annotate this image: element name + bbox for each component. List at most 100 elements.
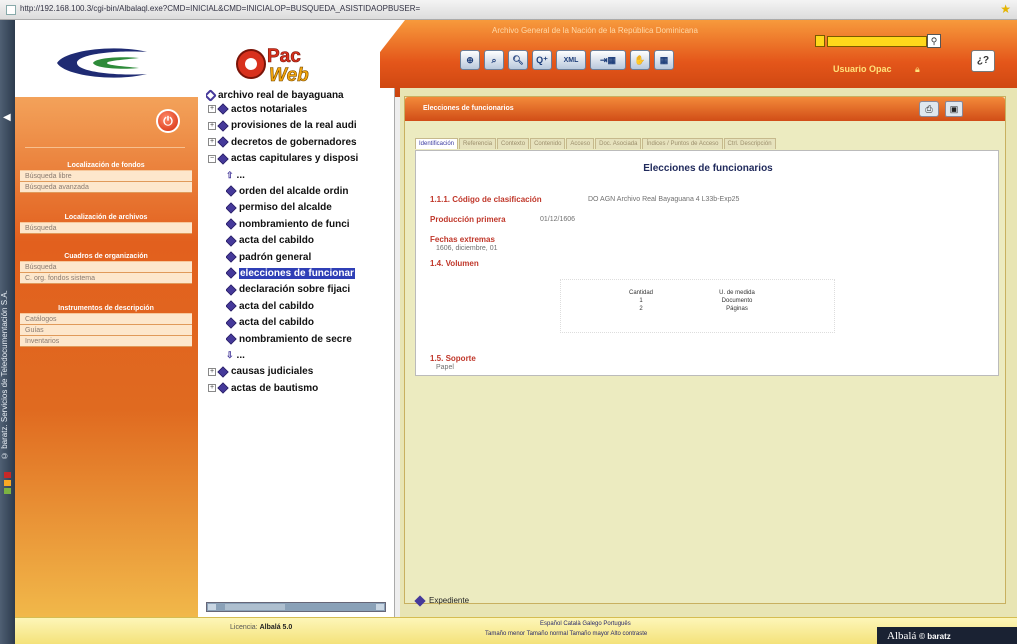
color-square-red-icon[interactable] <box>4 472 11 478</box>
hand-icon[interactable]: ✋ <box>630 50 650 70</box>
tree-node-icon <box>217 103 229 116</box>
tree-node[interactable]: acta del cabildo <box>226 315 314 330</box>
sidebar-item-busqueda-avanzada[interactable]: Búsqueda avanzada <box>20 182 192 193</box>
tree-node-icon <box>226 202 237 214</box>
tree-node[interactable]: nombramiento de funci <box>226 217 350 232</box>
expand-toggle-icon[interactable]: + <box>208 105 216 114</box>
search-icon[interactable]: 🔍︎ <box>508 50 528 70</box>
expand-toggle-icon[interactable]: + <box>208 138 216 147</box>
content-area: Elecciones de funcionarios ⎙ ▣ Identific… <box>400 88 1017 617</box>
expediente-link[interactable]: Expediente <box>414 595 469 607</box>
tree-search-icon[interactable]: ⌕ <box>484 50 504 70</box>
tree-node[interactable]: declaración sobre fijaci <box>226 282 350 297</box>
export-icon[interactable]: ⇥▦ <box>590 50 626 70</box>
sidebar-item-busqueda-cuadros[interactable]: Búsqueda <box>20 262 192 273</box>
tree-node[interactable]: + provisiones de la real audi <box>208 118 357 133</box>
lock-icon[interactable]: 🔒︎ <box>915 64 920 75</box>
tree-node[interactable]: ⇧... <box>226 168 245 183</box>
quick-search-icon[interactable]: ⚲ <box>927 34 941 48</box>
tree-node-label: ... <box>236 169 245 181</box>
licencia-text: Licencia: Albalá 5.0 <box>230 624 293 631</box>
volumen-cell: Documento <box>721 298 753 304</box>
color-square-green-icon[interactable] <box>4 488 11 494</box>
volumen-col-cantidad: Cantidad <box>628 290 654 296</box>
browser-url-bar[interactable]: http://192.168.100.3/cgi-bin/Albalaql.ex… <box>0 0 1017 20</box>
tree-node[interactable]: + actas de bautismo <box>208 381 318 396</box>
tree-root[interactable]: archivo real de bayaguana <box>206 88 344 103</box>
tree-node[interactable]: orden del alcalde ordin <box>226 184 348 199</box>
tab-contenido[interactable]: Contenido <box>530 138 566 149</box>
expand-toggle-icon[interactable]: − <box>208 154 216 163</box>
language-links[interactable]: Español Català Galego Português <box>540 621 631 627</box>
fechas-label: Fechas extremas <box>430 235 495 244</box>
advanced-search-icon[interactable]: Q⁺ <box>532 50 552 70</box>
sidebar-section-title: Localización de fondos <box>20 160 192 171</box>
tab-contexto[interactable]: Contexto <box>497 138 530 149</box>
tree-node[interactable]: − actas capitulares y disposi <box>208 151 358 166</box>
tab-referencia[interactable]: Referencia <box>459 138 497 149</box>
help-button[interactable]: ¿? <box>971 50 995 72</box>
expand-toggle-icon[interactable]: + <box>208 384 216 393</box>
url-text[interactable]: http://192.168.100.3/cgi-bin/Albalaql.ex… <box>20 4 420 13</box>
text-size-links[interactable]: Tamaño menor Tamaño normal Tamaño mayor … <box>485 631 647 637</box>
scroll-right-arrow[interactable] <box>376 604 384 610</box>
tree-node[interactable]: acta del cabildo <box>226 299 314 314</box>
tree-scrollbar[interactable] <box>206 602 386 612</box>
sidebar-item-busqueda-archivos[interactable]: Búsqueda <box>20 223 192 234</box>
grid-icon[interactable]: ▦ <box>654 50 674 70</box>
volumen-cell: 1 <box>639 298 643 304</box>
code-value: DO AGN Archivo Real Bayaguana 4 L33b-Exp… <box>588 196 740 203</box>
tree-node[interactable]: permiso del alcalde <box>226 200 332 215</box>
record-title: Elecciones de funcionarios <box>643 163 773 174</box>
scroll-thumb[interactable] <box>225 604 285 610</box>
tree-node[interactable]: nombramiento de secre <box>226 332 352 347</box>
albala-brand: Albalá © baratz <box>877 627 1017 644</box>
tree-node-icon <box>217 366 229 378</box>
panel-header: Elecciones de funcionarios ⎙ ▣ <box>405 97 1005 121</box>
tree-node[interactable]: + decretos de gobernadores <box>208 135 357 150</box>
search-form-icon[interactable]: ⊕ <box>460 50 480 70</box>
sidebar-item-corg-fondos[interactable]: C. org. fondos sistema <box>20 273 192 284</box>
sidebar-section-fondos: Localización de fondos Búsqueda libre Bú… <box>20 160 192 193</box>
tab-doc-asociada[interactable]: Doc. Asociada <box>595 138 642 149</box>
tree-node-icon <box>217 120 229 132</box>
tree-node[interactable]: + actos notariales <box>208 102 307 117</box>
tab-indices[interactable]: Índices / Puntos de Acceso <box>642 138 723 149</box>
scroll-left-arrow[interactable] <box>208 604 216 610</box>
tab-identificacion[interactable]: Identificación <box>415 138 459 149</box>
toolbar: ⊕ ⌕ 🔍︎ Q⁺ XML ⇥▦ ✋ ▦ <box>460 50 674 70</box>
tree-node-label: decretos de gobernadores <box>231 136 357 148</box>
agn-logo-icon <box>57 48 147 78</box>
color-square-yellow-icon[interactable] <box>4 480 11 486</box>
expand-toggle-icon[interactable]: + <box>208 121 216 130</box>
tree-node[interactable]: padrón general <box>226 250 311 265</box>
app-header: Pac Web Archivo General de la Nación de … <box>15 20 1017 97</box>
tree-node[interactable]: + causas judiciales <box>208 364 313 379</box>
tree-node[interactable]: elecciones de funcionar <box>226 266 355 281</box>
tree-node[interactable]: ⇩... <box>226 348 245 363</box>
favorite-star-icon[interactable]: ★ <box>1000 2 1011 16</box>
sidebar-section-archivos: Localización de archivos Búsqueda <box>20 212 192 234</box>
tree-node[interactable]: acta del cabildo <box>226 233 314 248</box>
window-icon[interactable]: ▣ <box>945 101 963 117</box>
sidebar-item-inventarios[interactable]: Inventarios <box>20 336 192 347</box>
quick-search-input[interactable] <box>827 36 927 47</box>
xml-icon[interactable]: XML <box>556 50 586 70</box>
expand-toggle-icon[interactable]: + <box>208 367 216 376</box>
scroll-up-icon[interactable]: ⇧ <box>226 170 234 180</box>
tree-node-label: permiso del alcalde <box>239 202 332 214</box>
sidebar-section-title: Localización de archivos <box>20 212 192 223</box>
sidebar-item-catalogos[interactable]: Catálogos <box>20 314 192 325</box>
sidebar-section-title: Cuadros de organización <box>20 251 192 262</box>
volumen-label: 1.4. Volumen <box>430 259 479 268</box>
collapse-arrow-icon[interactable]: ◀ <box>3 112 11 123</box>
power-button[interactable]: ⏻ <box>156 109 180 133</box>
logo-area: Pac Web <box>15 20 405 97</box>
sidebar-item-guias[interactable]: Guías <box>20 325 192 336</box>
sidebar-item-busqueda-libre[interactable]: Búsqueda libre <box>20 171 192 182</box>
volumen-table: Cantidad U. de medida 1 Documento 2 Pági… <box>560 279 835 333</box>
tab-ctrl-descripcion[interactable]: Ctrl. Descripción <box>723 138 776 149</box>
tab-acceso[interactable]: Acceso <box>566 138 595 149</box>
print-icon[interactable]: ⎙ <box>919 101 939 117</box>
scroll-down-icon[interactable]: ⇩ <box>226 350 234 360</box>
